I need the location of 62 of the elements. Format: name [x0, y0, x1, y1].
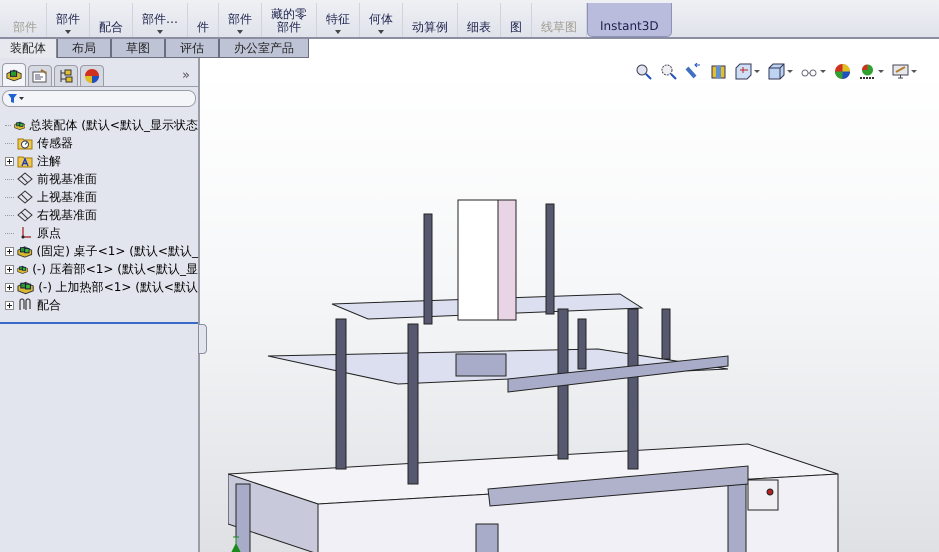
assembly-icon [6, 68, 22, 82]
paperclip-icon [17, 298, 33, 312]
tab[interactable]: 布局 [57, 39, 111, 58]
tree-item[interactable]: 配合 [37, 296, 61, 314]
hierarchy-icon [58, 69, 74, 83]
expand-toggle[interactable] [5, 300, 14, 310]
toolbar-button[interactable]: 件 [188, 3, 219, 37]
assembly-icon [17, 244, 33, 258]
folder-letter-icon [17, 154, 33, 168]
tree-item[interactable]: 原点 [37, 224, 61, 242]
expand-toggle[interactable] [5, 264, 14, 274]
toolbar-button[interactable]: 部件 [47, 3, 90, 37]
property-sheet-icon [32, 69, 48, 83]
appearance-icon[interactable] [834, 63, 851, 80]
display-style-icon[interactable] [768, 63, 785, 80]
scene-icon[interactable] [859, 63, 876, 80]
section-view-icon[interactable] [710, 63, 727, 80]
toolbar-button[interactable]: 藏的零 部件 [262, 3, 317, 37]
tree-item[interactable]: 注解 [37, 152, 61, 170]
view-orientation-icon[interactable] [735, 63, 752, 80]
plane-icon [17, 208, 33, 222]
color-ball-icon [84, 68, 100, 84]
toolbar-button[interactable]: 配合 [90, 3, 133, 37]
plane-icon [17, 190, 33, 204]
view-settings-icon[interactable] [892, 63, 909, 80]
panel-tab[interactable] [54, 65, 78, 86]
tab[interactable]: 办公室产品 [219, 39, 309, 58]
tab[interactable]: 草图 [111, 39, 165, 58]
tab[interactable]: 评估 [165, 39, 219, 58]
toolbar-button[interactable]: 何体 [360, 3, 403, 37]
previous-view-icon[interactable] [685, 63, 702, 80]
toolbar-button[interactable]: 特征 [317, 3, 360, 37]
filter-icon [7, 93, 25, 104]
filter-field[interactable] [2, 90, 196, 107]
expand-toggle[interactable] [5, 156, 14, 166]
tree-item[interactable]: (-) 上加热部<1> (默认<默认 [38, 278, 198, 296]
panel-collapse-handle[interactable] [198, 324, 207, 354]
tree-item[interactable]: (-) 压着部<1> (默认<默认_显 [32, 260, 198, 278]
tree-item[interactable]: 总装配体 (默认<默认_显示状态 [29, 116, 198, 134]
expand-panel-button[interactable]: » [182, 68, 190, 82]
toolbar-button[interactable]: 动算例 [403, 3, 458, 37]
panel-tab[interactable] [2, 63, 26, 86]
toolbar-button[interactable]: 细表 [458, 3, 501, 37]
toolbar-button[interactable]: 图 [501, 3, 532, 37]
tree-item[interactable]: 右视基准面 [37, 206, 97, 224]
toolbar-button[interactable]: 部件… [133, 3, 188, 37]
expand-toggle[interactable] [5, 282, 14, 292]
tree-item[interactable]: 上视基准面 [37, 188, 97, 206]
axis-triad-icon [231, 536, 241, 552]
tree-item[interactable]: 前视基准面 [37, 170, 97, 188]
tree-item[interactable]: 传感器 [37, 134, 73, 152]
expand-toggle[interactable] [5, 246, 14, 256]
folder-gauge-icon [17, 136, 33, 150]
panel-tab[interactable] [28, 65, 52, 86]
tree-item[interactable]: (固定) 桌子<1> (默认<默认_ [36, 242, 198, 260]
toolbar-button[interactable]: 部件 [219, 3, 262, 37]
plane-icon [17, 172, 33, 186]
toolbar-button[interactable]: Instant3D [587, 3, 672, 37]
assembly-icon [17, 280, 34, 294]
zoom-to-fit-icon[interactable] [635, 63, 652, 80]
tab[interactable]: 装配体 [0, 39, 57, 58]
zoom-area-icon[interactable] [660, 63, 677, 80]
